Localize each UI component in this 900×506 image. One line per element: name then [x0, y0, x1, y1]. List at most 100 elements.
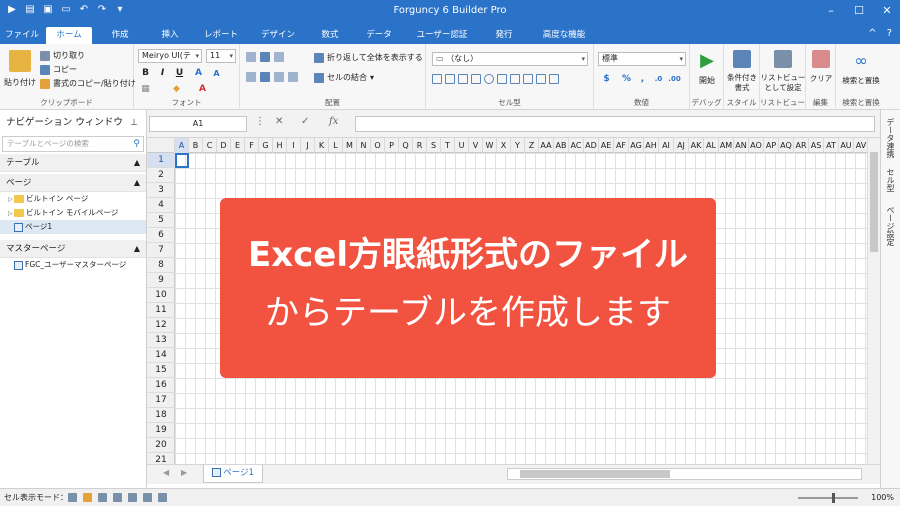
next-sheet-icon[interactable]: ▶: [181, 468, 187, 477]
close-icon[interactable]: ✕: [878, 2, 896, 20]
column-header[interactable]: AU: [839, 138, 854, 153]
sheet-tab[interactable]: ページ1: [203, 465, 263, 483]
align-middle-icon[interactable]: [260, 52, 270, 62]
tab-formula[interactable]: 数式: [310, 27, 350, 44]
tab-create[interactable]: 作成: [100, 27, 140, 44]
confirm-edit-button[interactable]: ✓: [301, 116, 309, 127]
column-header[interactable]: AC: [569, 138, 584, 153]
clear-button[interactable]: クリア: [808, 50, 834, 84]
mode-icon[interactable]: [128, 493, 137, 502]
column-header[interactable]: F: [245, 138, 259, 153]
column-header[interactable]: AE: [599, 138, 614, 153]
column-header[interactable]: M: [343, 138, 357, 153]
column-header[interactable]: T: [441, 138, 455, 153]
column-header[interactable]: C: [203, 138, 217, 153]
collapse-icon[interactable]: ▲: [134, 174, 140, 192]
collapse-ribbon-icon[interactable]: ^: [868, 28, 876, 39]
tab-home[interactable]: ホーム: [46, 27, 92, 44]
indent-icon[interactable]: [288, 72, 298, 82]
radio-icon[interactable]: [484, 74, 494, 84]
mode-icon[interactable]: [68, 493, 77, 502]
tab-insert[interactable]: 挿入: [150, 27, 190, 44]
tab-page-settings[interactable]: ページ設定: [885, 206, 896, 246]
fill-color-icon[interactable]: ◆: [170, 83, 183, 96]
row-header[interactable]: 18: [147, 408, 175, 423]
cut-button[interactable]: 切り取り: [40, 50, 85, 61]
column-header[interactable]: AF: [614, 138, 629, 153]
column-header[interactable]: AA: [539, 138, 554, 153]
mode-icon[interactable]: [98, 493, 107, 502]
align-left-icon[interactable]: [246, 72, 256, 82]
name-box[interactable]: A1: [149, 116, 247, 132]
pin-icon[interactable]: ⊥: [130, 110, 138, 136]
increase-decimal-icon[interactable]: .0: [652, 73, 665, 86]
format-painter-button[interactable]: 書式のコピー/貼り付け: [40, 78, 136, 89]
column-header[interactable]: I: [287, 138, 301, 153]
row-header[interactable]: 19: [147, 423, 175, 438]
help-icon[interactable]: ?: [887, 28, 892, 39]
mode-icon[interactable]: [113, 493, 122, 502]
start-button[interactable]: ▶ 開始: [693, 50, 721, 86]
row-header[interactable]: 8: [147, 258, 175, 273]
column-header[interactable]: W: [483, 138, 497, 153]
formula-input[interactable]: [355, 116, 875, 132]
find-replace-button[interactable]: ∞ 検索と置換: [838, 50, 884, 86]
scroll-thumb[interactable]: [870, 152, 878, 252]
mode-icon[interactable]: [158, 493, 167, 502]
currency-button[interactable]: $: [600, 73, 613, 86]
search-icon[interactable]: ⚲: [133, 137, 140, 151]
date-icon[interactable]: [523, 74, 533, 84]
tab-data-link[interactable]: データ連携: [885, 118, 896, 158]
column-header[interactable]: AB: [554, 138, 569, 153]
button-icon[interactable]: [445, 74, 455, 84]
corner-cell[interactable]: [147, 138, 175, 153]
zoom-slider[interactable]: [798, 493, 858, 503]
list-icon[interactable]: [536, 74, 546, 84]
cancel-edit-button[interactable]: ✕: [275, 116, 283, 127]
column-header[interactable]: AJ: [674, 138, 689, 153]
active-cell[interactable]: [175, 153, 189, 168]
merge-cells-button[interactable]: セルの結合 ▾: [314, 72, 374, 83]
row-header[interactable]: 15: [147, 363, 175, 378]
tab-user-auth[interactable]: ユーザー認証: [410, 27, 474, 44]
column-header[interactable]: X: [497, 138, 511, 153]
column-header[interactable]: R: [413, 138, 427, 153]
row-header[interactable]: 20: [147, 438, 175, 453]
column-header[interactable]: AN: [734, 138, 749, 153]
column-header[interactable]: AR: [794, 138, 809, 153]
column-header[interactable]: AQ: [779, 138, 794, 153]
checkbox-icon[interactable]: [471, 74, 481, 84]
comma-button[interactable]: ,: [636, 73, 649, 86]
align-right-icon[interactable]: [274, 72, 284, 82]
row-header[interactable]: 16: [147, 378, 175, 393]
row-header[interactable]: 14: [147, 348, 175, 363]
mode-icon[interactable]: [83, 493, 92, 502]
column-header[interactable]: AV: [854, 138, 867, 153]
font-color-icon[interactable]: A: [196, 83, 209, 96]
vertical-scrollbar[interactable]: [867, 138, 880, 464]
row-header[interactable]: 2: [147, 168, 175, 183]
tab-data[interactable]: データ: [358, 27, 400, 44]
column-header[interactable]: N: [357, 138, 371, 153]
copy-button[interactable]: コピー: [40, 64, 77, 75]
nav-item-page1[interactable]: ページ1: [0, 220, 146, 234]
column-header[interactable]: J: [301, 138, 315, 153]
nav-item-user-master-page[interactable]: FGC_ユーザーマスターページ: [0, 258, 146, 272]
column-header[interactable]: A: [175, 138, 189, 153]
combobox-icon[interactable]: [458, 74, 468, 84]
column-header[interactable]: H: [273, 138, 287, 153]
row-header[interactable]: 12: [147, 318, 175, 333]
row-header[interactable]: 17: [147, 393, 175, 408]
minimize-icon[interactable]: –: [822, 2, 840, 20]
nav-item-builtin-mobile-pages[interactable]: ▷ ビルトイン モバイルページ: [0, 206, 146, 220]
column-header[interactable]: G: [259, 138, 273, 153]
scroll-thumb[interactable]: [520, 470, 670, 478]
column-header[interactable]: Q: [399, 138, 413, 153]
bold-button[interactable]: B: [139, 67, 152, 80]
row-header[interactable]: 6: [147, 228, 175, 243]
collapse-icon[interactable]: ▲: [134, 154, 140, 172]
column-header[interactable]: AP: [764, 138, 779, 153]
nav-item-builtin-pages[interactable]: ▷ ビルトイン ページ: [0, 192, 146, 206]
paste-button[interactable]: 貼り付け: [4, 50, 36, 88]
image-icon[interactable]: [510, 74, 520, 84]
